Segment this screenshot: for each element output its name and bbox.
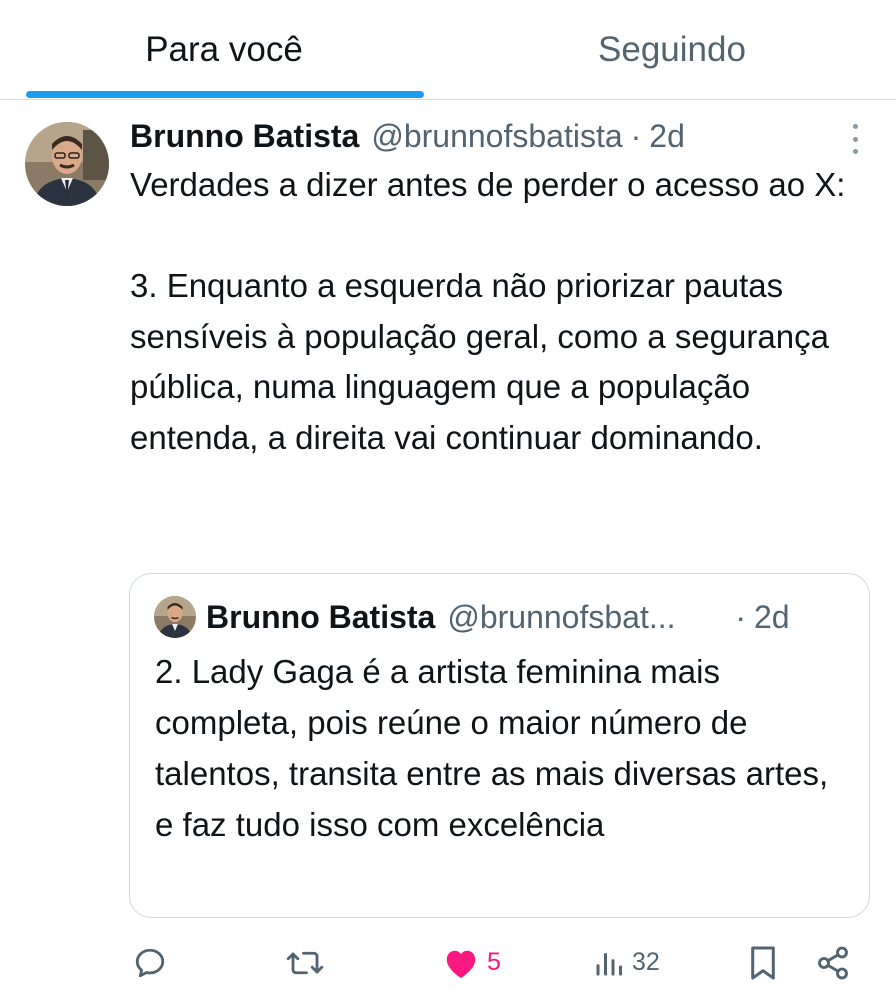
more-dot xyxy=(852,149,858,154)
quoted-author-handle: @brunnofsbat... xyxy=(447,598,676,635)
quoted-tweet[interactable]: Brunno Batista @brunnofsbat... · 2d 2. L… xyxy=(129,573,870,918)
heart-icon xyxy=(446,950,476,978)
quoted-separator-dot: · xyxy=(735,598,746,635)
tweet-header: Brunno Batista @brunnofsbatista · 2d xyxy=(130,113,830,159)
tweet-actions: 5 32 xyxy=(0,935,896,990)
active-tab-indicator xyxy=(26,91,424,98)
avatar-image xyxy=(25,122,109,206)
quoted-header: Brunno Batista @brunnofsbat... · 2d xyxy=(206,594,846,640)
author-handle[interactable]: @brunnofsbatista xyxy=(371,118,622,155)
tab-following[interactable]: Seguindo xyxy=(448,0,896,100)
bookmark-icon xyxy=(751,945,775,980)
tweet-text: Verdades a dizer antes de perder o acess… xyxy=(130,166,846,456)
bookmark-button[interactable] xyxy=(747,935,779,990)
reply-icon xyxy=(135,948,165,977)
reply-button[interactable] xyxy=(132,935,168,990)
tab-for-you-label: Para você xyxy=(145,30,303,69)
more-dot xyxy=(852,124,858,129)
like-count: 5 xyxy=(487,948,501,976)
tweet-time[interactable]: 2d xyxy=(649,118,685,155)
timeline-tabs: Para você Seguindo xyxy=(0,0,896,100)
retweet-button[interactable] xyxy=(285,935,325,990)
views-button[interactable]: 32 xyxy=(594,935,660,990)
quoted-avatar-image xyxy=(154,596,196,638)
separator-dot: · xyxy=(630,117,642,154)
quoted-time: 2d xyxy=(754,598,790,635)
views-count: 32 xyxy=(632,948,660,976)
retweet-icon xyxy=(286,951,324,974)
views-icon xyxy=(596,952,622,975)
share-icon xyxy=(818,946,848,979)
quoted-avatar xyxy=(154,596,196,638)
like-button[interactable]: 5 xyxy=(443,935,501,990)
tab-for-you[interactable]: Para você xyxy=(0,0,448,100)
more-dot xyxy=(852,136,858,142)
quoted-text: 2. Lady Gaga é a artista feminina mais c… xyxy=(155,653,838,843)
author-name[interactable]: Brunno Batista xyxy=(130,118,359,155)
avatar[interactable] xyxy=(25,122,109,206)
share-button[interactable] xyxy=(815,935,851,990)
more-icon[interactable] xyxy=(845,124,865,154)
tab-following-label: Seguindo xyxy=(598,30,746,69)
quoted-author-name: Brunno Batista xyxy=(206,598,436,635)
